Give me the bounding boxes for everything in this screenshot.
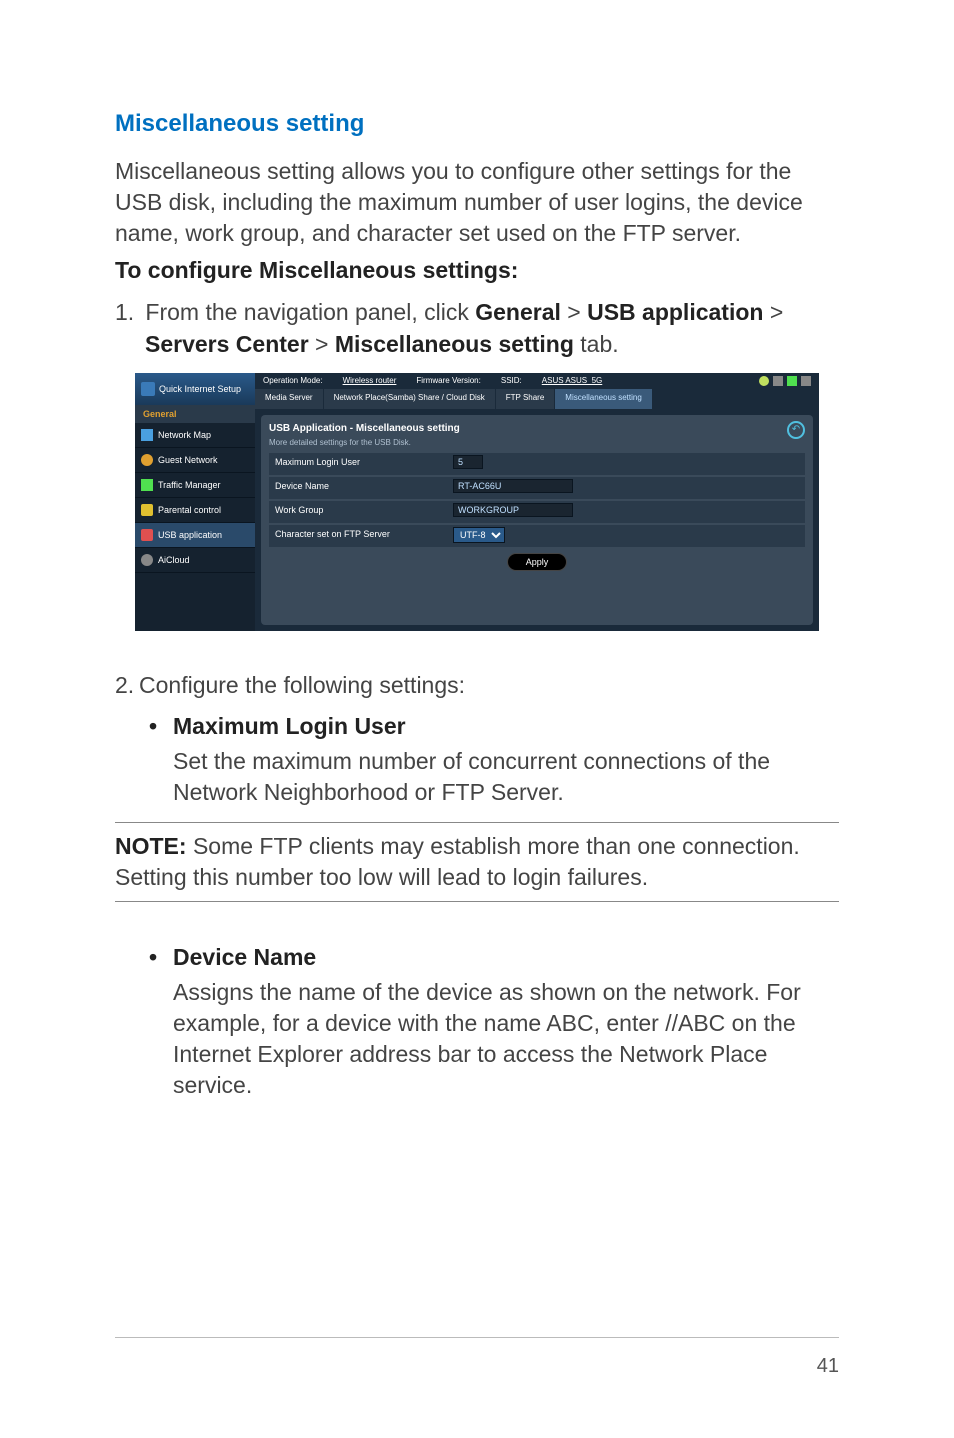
status-icon-3 [787, 376, 797, 386]
nav-traffic-label: Traffic Manager [158, 480, 221, 490]
bullet-device-name: Device Name [115, 944, 839, 971]
step-1-number: 1. [115, 296, 139, 328]
status-icon-2 [773, 376, 783, 386]
tab-miscellaneous[interactable]: Miscellaneous setting [555, 389, 652, 409]
ssid-value[interactable]: ASUS ASUS_5G [542, 376, 602, 385]
network-map-icon [141, 429, 153, 441]
step-2-text: Configure the following settings: [139, 672, 465, 698]
panel-title: USB Application - Miscellaneous setting [269, 423, 805, 434]
router-main: Operation Mode: Wireless router Firmware… [255, 373, 819, 631]
device-name-label: Device Name [269, 477, 449, 499]
step-2-number: 2. [115, 669, 139, 701]
row-device-name: Device Name [269, 477, 805, 499]
opmode-value[interactable]: Wireless router [343, 376, 397, 385]
step-1-gt1: > [561, 299, 587, 325]
step-1-text-pre: From the navigation panel, click [145, 299, 475, 325]
step-1-gt2: > [763, 299, 783, 325]
nav-guest-network[interactable]: Guest Network [135, 448, 255, 473]
traffic-icon [141, 479, 153, 491]
cloud-icon [141, 554, 153, 566]
bullet-max-login-body: Set the maximum number of concurrent con… [115, 746, 839, 808]
step-1-servers-center: Servers Center [145, 331, 309, 357]
nav-guest-label: Guest Network [158, 455, 218, 465]
row-work-group: Work Group [269, 501, 805, 523]
nav-cloud-label: AiCloud [158, 555, 190, 565]
step-1-post: tab. [574, 331, 619, 357]
charset-label: Character set on FTP Server [269, 525, 449, 547]
status-icon-1 [759, 376, 769, 386]
ssid-label: SSID: [501, 376, 522, 385]
nav-general-header: General [135, 405, 255, 423]
note-label: NOTE: [115, 833, 187, 859]
row-charset: Character set on FTP Server UTF-8 [269, 525, 805, 547]
nav-traffic-manager[interactable]: Traffic Manager [135, 473, 255, 498]
apply-button[interactable]: Apply [507, 553, 568, 571]
work-group-input[interactable] [453, 503, 573, 517]
status-icon-4 [801, 376, 811, 386]
footer-divider [115, 1337, 839, 1338]
nav-parental-control[interactable]: Parental control [135, 498, 255, 523]
router-sidebar: Quick Internet Setup General Network Map… [135, 373, 255, 631]
bullet-device-name-body: Assigns the name of the device as shown … [115, 977, 839, 1101]
page-number: 41 [817, 1355, 839, 1378]
opmode-label: Operation Mode: [263, 376, 323, 385]
nav-parental-label: Parental control [158, 505, 221, 515]
nav-usb-label: USB application [158, 530, 222, 540]
step-1-gt3: > [309, 331, 335, 357]
charset-select[interactable]: UTF-8 [453, 527, 505, 543]
tab-ftp-share[interactable]: FTP Share [496, 389, 556, 409]
misc-settings-panel: ↶ USB Application - Miscellaneous settin… [261, 415, 813, 625]
help-icon[interactable]: ↶ [787, 421, 805, 439]
nav-aicloud[interactable]: AiCloud [135, 548, 255, 573]
panel-subtitle: More detailed settings for the USB Disk. [269, 438, 805, 447]
row-max-login: Maximum Login User [269, 453, 805, 475]
procedure-heading: To configure Miscellaneous settings: [115, 257, 839, 284]
nav-network-map[interactable]: Network Map [135, 423, 255, 448]
router-screenshot: Quick Internet Setup General Network Map… [135, 373, 819, 631]
bullet-max-login-label: Maximum Login User [173, 713, 406, 739]
bullet-device-name-label: Device Name [173, 944, 316, 970]
nav-network-map-label: Network Map [158, 430, 211, 440]
wand-icon [141, 382, 155, 396]
quick-internet-setup[interactable]: Quick Internet Setup [135, 373, 255, 405]
note-text: Some FTP clients may establish more than… [115, 833, 800, 890]
step-1-usb-app: USB application [587, 299, 763, 325]
guest-network-icon [141, 454, 153, 466]
note-box: NOTE: Some FTP clients may establish mor… [115, 822, 839, 902]
usb-icon [141, 529, 153, 541]
work-group-label: Work Group [269, 501, 449, 523]
tab-network-place[interactable]: Network Place(Samba) Share / Cloud Disk [324, 389, 496, 409]
device-name-input[interactable] [453, 479, 573, 493]
intro-paragraph: Miscellaneous setting allows you to conf… [115, 156, 839, 249]
step-1-general: General [475, 299, 561, 325]
router-top-bar: Operation Mode: Wireless router Firmware… [255, 373, 819, 389]
step-1: 1. From the navigation panel, click Gene… [115, 296, 839, 360]
max-login-input[interactable] [453, 455, 483, 469]
fw-label: Firmware Version: [416, 376, 480, 385]
qis-label: Quick Internet Setup [159, 384, 241, 394]
top-status-icons [759, 376, 811, 386]
step-2: 2.Configure the following settings: [115, 669, 839, 701]
lock-icon [141, 504, 153, 516]
router-tabs: Media Server Network Place(Samba) Share … [255, 389, 819, 409]
max-login-label: Maximum Login User [269, 453, 449, 475]
nav-usb-application[interactable]: USB application [135, 523, 255, 548]
section-heading: Miscellaneous setting [115, 110, 839, 138]
tab-media-server[interactable]: Media Server [255, 389, 324, 409]
step-1-misc: Miscellaneous setting [335, 331, 574, 357]
bullet-max-login: Maximum Login User [115, 713, 839, 740]
